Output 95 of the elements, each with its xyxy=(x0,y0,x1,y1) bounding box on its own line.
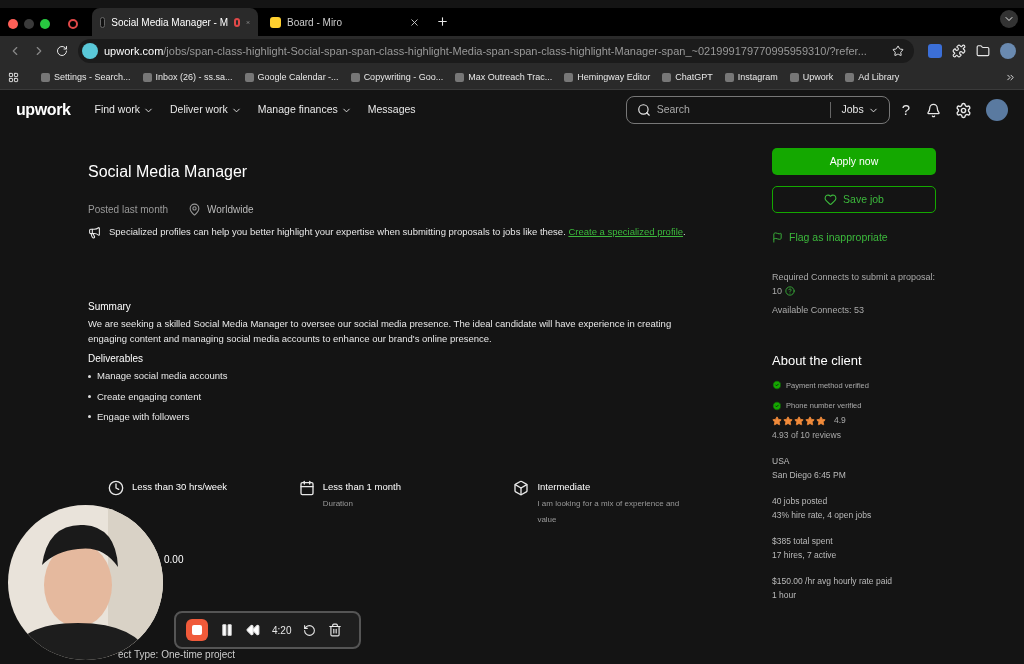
tab-favicon-icon xyxy=(100,16,106,28)
feature-note: Duration xyxy=(322,498,354,511)
clock-icon xyxy=(108,480,124,496)
feature-title: Less than 1 month xyxy=(322,480,402,494)
bullet-icon xyxy=(88,395,91,399)
recording-time: 4:20 xyxy=(272,623,292,638)
feature-note: I am looking for a mix of experience and value xyxy=(537,498,681,527)
apps-icon[interactable] xyxy=(8,72,19,83)
budget-amount: 0.00 xyxy=(164,553,185,568)
site-info-icon[interactable] xyxy=(82,43,98,59)
star-icon xyxy=(805,415,815,426)
search-icon xyxy=(636,103,651,117)
deliverables-heading: Deliverables xyxy=(88,352,145,367)
bookmark-item[interactable]: Upwork xyxy=(789,70,834,85)
heart-icon xyxy=(824,193,838,206)
deliverable-item: Manage social media accounts xyxy=(97,369,228,384)
feature-title: Less than 30 hrs/week xyxy=(132,480,228,494)
search-field[interactable]: Search Jobs xyxy=(625,96,890,124)
help-icon[interactable]: ? xyxy=(901,98,910,122)
client-stat-detail: 43% hire rate, 4 open jobs xyxy=(772,508,873,522)
bookmark-item[interactable]: Copywriting - Goo... xyxy=(350,70,444,85)
notifications-icon[interactable] xyxy=(926,102,941,118)
tab-search-icon[interactable] xyxy=(1000,10,1018,28)
new-tab-icon[interactable] xyxy=(436,15,449,28)
review-count: 4.93 of 10 reviews xyxy=(772,429,842,442)
bookmark-item[interactable]: Instagram xyxy=(724,70,778,85)
project-type: ect Type: One-time project xyxy=(118,648,237,663)
flag-link[interactable]: Flag as inappropriate xyxy=(772,230,936,246)
posted-date: Posted last month xyxy=(88,203,169,217)
more-bookmarks-icon[interactable] xyxy=(1005,72,1016,83)
bookmark-item[interactable]: Ad Library xyxy=(845,70,900,85)
client-stat: $150.00 /hr avg hourly rate paid xyxy=(772,574,894,588)
bullet-icon xyxy=(88,415,91,419)
pause-icon[interactable] xyxy=(220,623,234,637)
flag-icon xyxy=(772,232,783,244)
bookmark-star-icon[interactable] xyxy=(892,45,904,57)
deliverable-item: Create engaging content xyxy=(97,389,202,404)
bookmark-item[interactable]: Settings - Search... xyxy=(41,70,131,85)
save-job-button[interactable]: Save job xyxy=(772,186,936,213)
client-stat: 40 jobs posted xyxy=(772,494,829,508)
bookmark-item[interactable]: Hemingway Editor xyxy=(564,70,651,85)
nav-link[interactable]: Messages xyxy=(367,102,416,118)
client-stat-detail: San Diego 6:45 PM xyxy=(772,468,847,482)
nav-link[interactable]: Deliver work xyxy=(170,102,242,118)
bookmark-item[interactable]: Google Calendar -... xyxy=(244,70,339,85)
star-icon xyxy=(783,415,793,426)
extensions-icon[interactable] xyxy=(952,44,966,58)
star-icon xyxy=(816,415,826,426)
settings-icon[interactable] xyxy=(955,101,972,119)
stop-button[interactable] xyxy=(186,619,208,641)
client-stat-detail: 1 hour xyxy=(772,588,798,602)
job-location: Worldwide xyxy=(207,203,254,217)
summary-text: We are seeking a skilled Social Media Manager to oversee our social media presence. The ideal candidate will have experience in creating engaging content and managing social media accounts to enhance our brand's online presence. xyxy=(88,317,673,347)
restart-icon[interactable] xyxy=(303,623,317,637)
deliverable-item: Engage with followers xyxy=(97,409,190,424)
help-icon[interactable] xyxy=(784,286,795,297)
nav-link[interactable]: Manage finances xyxy=(257,102,352,118)
browser-tab[interactable]: Social Media Manager - M xyxy=(92,8,258,36)
close-window-icon[interactable] xyxy=(8,19,18,29)
bookmark-item[interactable]: ChatGPT xyxy=(662,70,713,85)
summary-heading: Summary xyxy=(88,300,132,315)
reload-icon[interactable] xyxy=(56,45,68,57)
star-icon xyxy=(772,415,782,426)
tab-title: Social Media Manager - M xyxy=(111,15,229,30)
bookmark-item[interactable]: Max Outreach Trac... xyxy=(455,70,553,85)
megaphone-icon xyxy=(88,225,101,239)
calendar-icon xyxy=(298,480,315,496)
maximize-window-icon[interactable] xyxy=(40,19,50,29)
nav-link[interactable]: Find work xyxy=(94,102,154,118)
close-tab-icon[interactable] xyxy=(409,16,420,28)
required-connects: Required Connects to submit a proposal: 10 xyxy=(772,270,936,298)
upwork-logo[interactable]: upwork xyxy=(16,98,71,122)
address-field[interactable]: upwork.com/jobs/span-class-highlight-Social-span-span-class-highlight-Media-span-span-class-highlight-Manager-span_~021999179770995959310/?refer... xyxy=(78,39,914,63)
record-icon xyxy=(68,19,78,29)
star-icon xyxy=(794,415,804,426)
client-heading: About the client xyxy=(772,352,863,371)
tab-title: Board - Miro xyxy=(287,15,342,30)
client-stat: USA xyxy=(772,454,791,468)
bullet-icon xyxy=(88,374,91,378)
cube-icon xyxy=(513,480,530,496)
user-avatar[interactable] xyxy=(986,99,1008,121)
rewind-icon[interactable] xyxy=(246,623,260,637)
profile-avatar[interactable] xyxy=(1000,43,1016,59)
feature-title: Intermediate xyxy=(537,480,592,494)
location-pin-icon xyxy=(188,203,202,216)
client-stat: $385 total spent xyxy=(772,534,834,548)
bookmark-item[interactable]: Inbox (26) - ss.sa... xyxy=(142,70,233,85)
available-connects: Available Connects: 53 xyxy=(772,303,865,317)
search-scope-dropdown[interactable]: Jobs xyxy=(830,102,879,118)
client-stat-detail: 17 hires, 7 active xyxy=(772,548,838,562)
client-rating: 4.9 xyxy=(834,414,846,427)
tab-favicon-icon xyxy=(270,16,281,28)
job-title: Social Media Manager xyxy=(88,162,249,182)
delete-icon[interactable] xyxy=(328,623,343,637)
profile-notice: Specialized profiles can help you better highlight your expertise when submitting proposals to jobs like these. Create a specialized profile. xyxy=(109,225,686,239)
